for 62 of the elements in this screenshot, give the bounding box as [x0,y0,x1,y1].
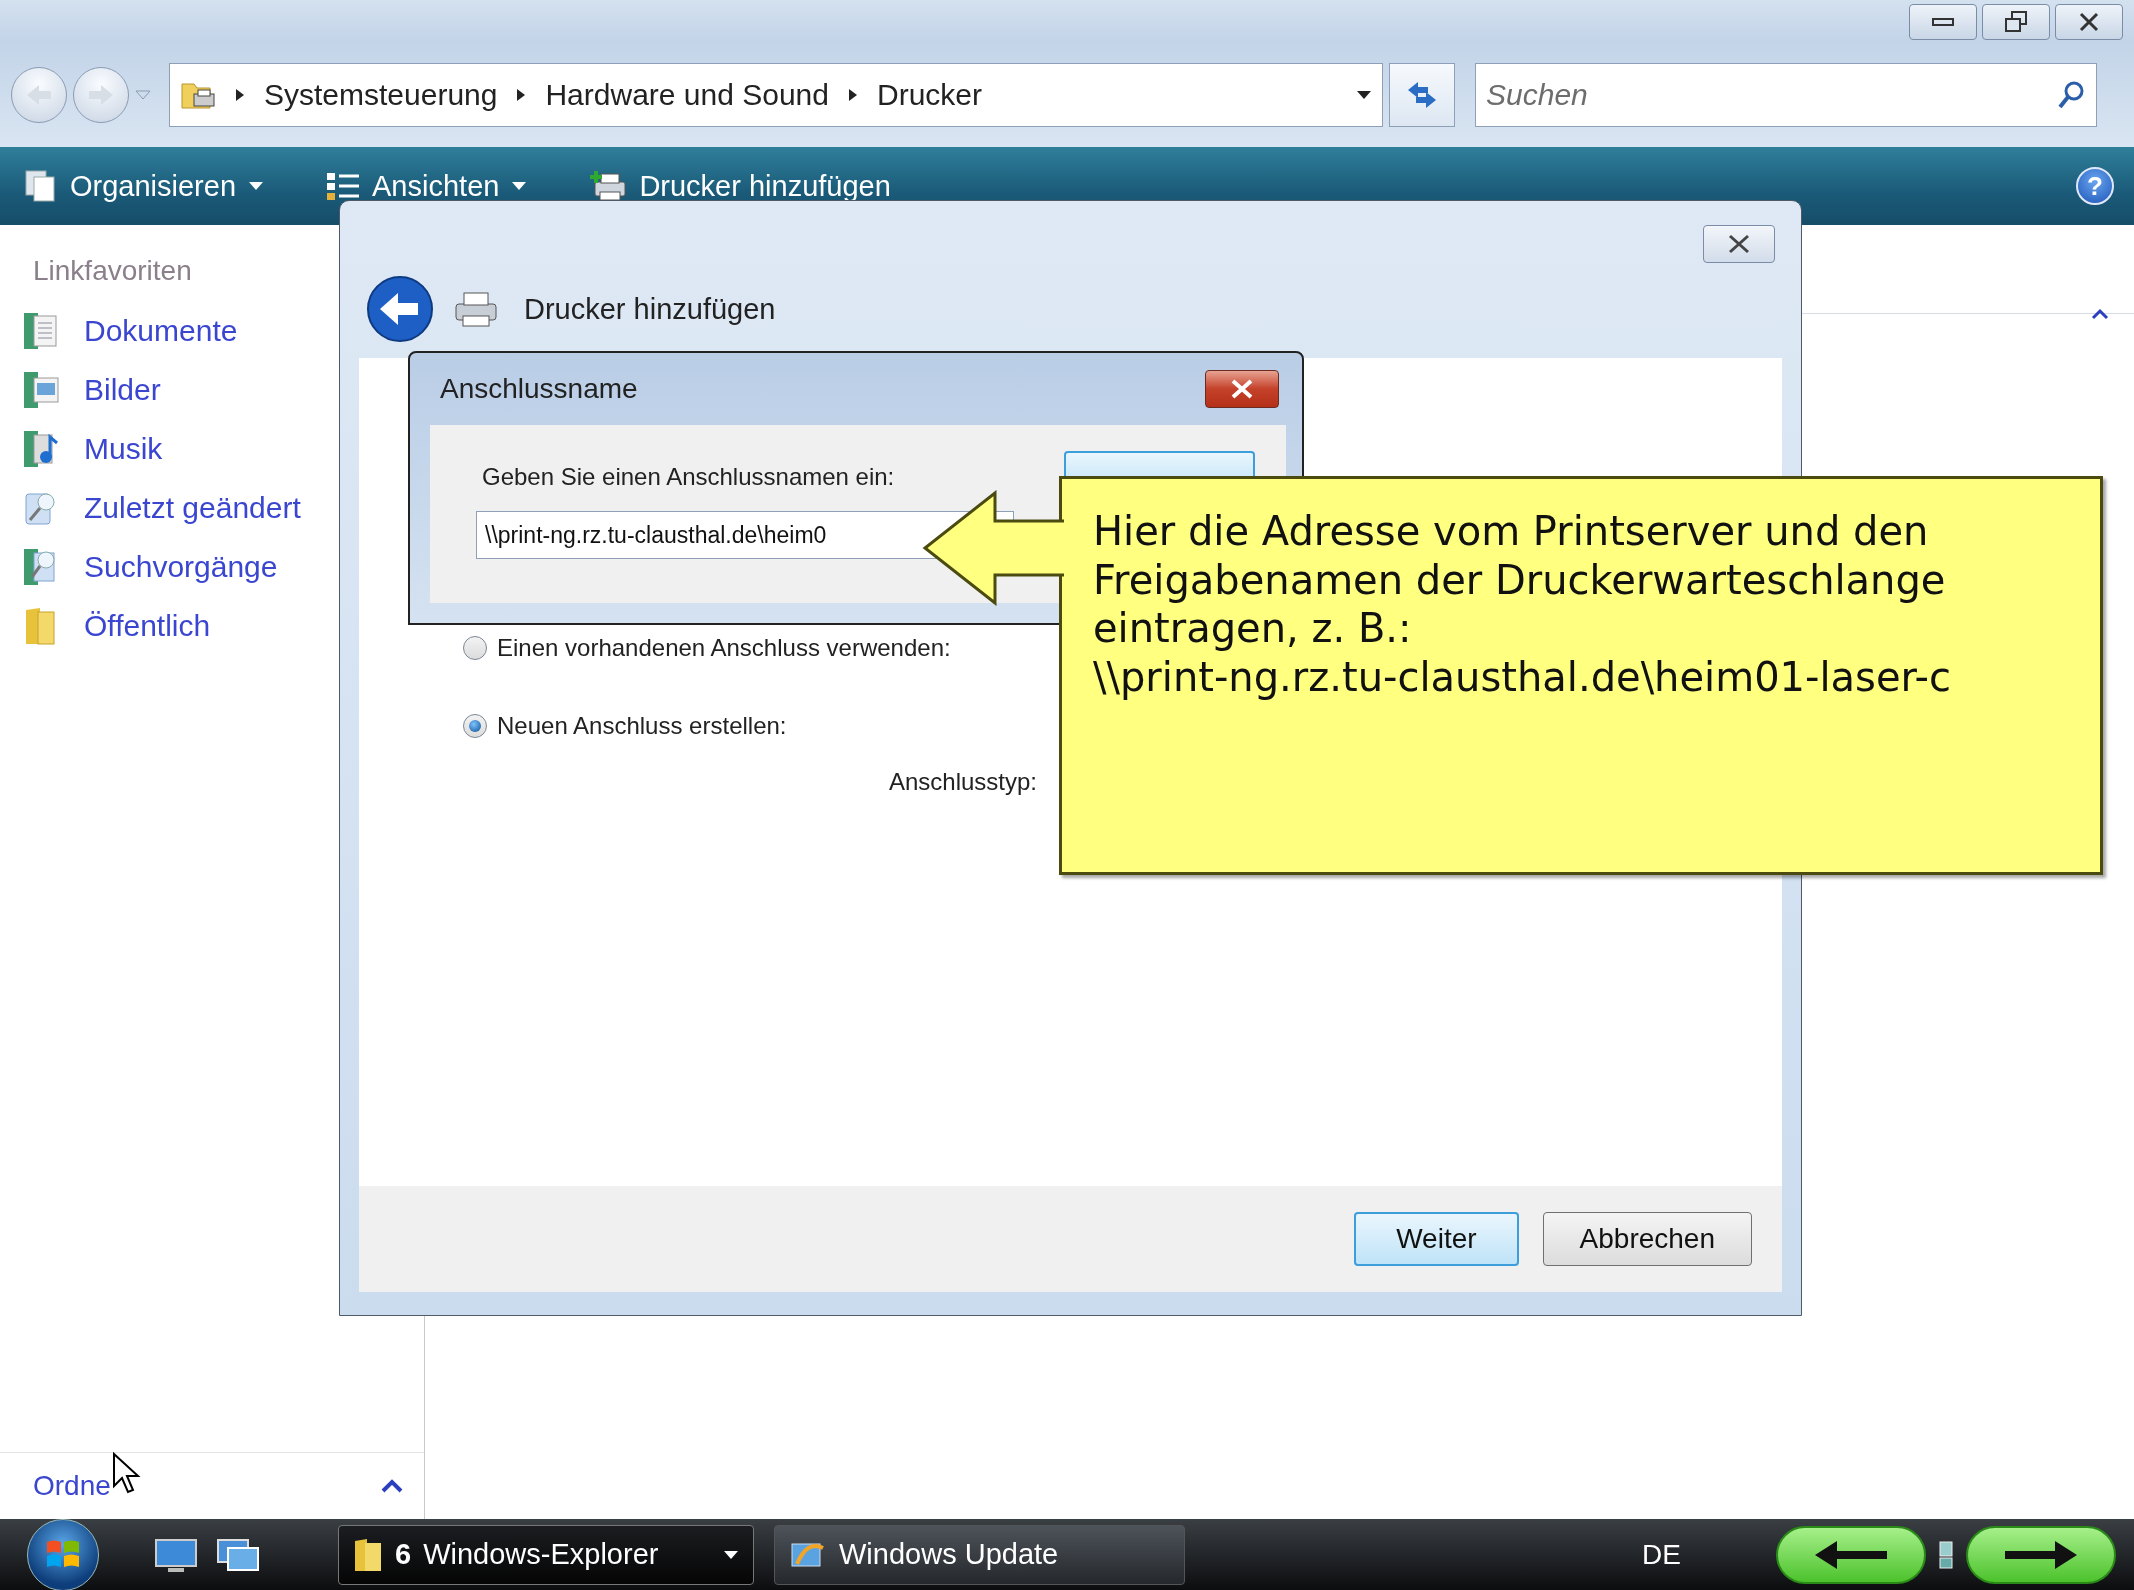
toolbar-menu[interactable]: Ansichten [326,169,528,203]
close-icon [1726,234,1752,254]
toolbar-menu[interactable]: Organisieren [24,169,265,203]
folder-icon [353,1536,383,1573]
radio-option[interactable]: Neuen Anschluss erstellen: [463,706,787,746]
port-type-label: Anschlusstyp: [887,768,1037,796]
sidebar-link[interactable]: Musik [0,419,424,478]
picture-folder-icon [22,369,60,410]
caret-icon [1356,89,1372,100]
pages-icon [24,169,58,203]
radio-option[interactable]: Einen vorhandenen Anschluss verwenden: [463,628,951,668]
prompt-label: Geben Sie einen Anschlussnamen ein: [482,463,895,491]
breadcrumb-item[interactable]: Hardware und Sound [545,77,829,112]
caret-icon [723,1549,739,1560]
chevron-up-icon[interactable] [2090,307,2110,321]
next-button[interactable]: Weiter [1354,1212,1519,1266]
radio-button[interactable] [463,636,487,660]
callout-text: Hier die Adresse vom Printserver und den Freigabenamen der Druckerwarteschlange eintragen, z. B.: \\print-ng.rz.tu-clausthal.de\heim01-laser-c [1093,507,1952,701]
close-icon [2078,12,2100,32]
breadcrumb-item[interactable]: Drucker [877,77,982,112]
sidebar-link[interactable]: Öffentlich [0,596,424,655]
taskbar-button[interactable]: Windows Update [774,1524,1185,1585]
triangle-right-icon[interactable] [847,86,859,103]
dialog-title: Drucker hinzufügen [524,292,776,326]
minimize-button[interactable] [1909,4,1977,40]
triangle-right-icon[interactable] [234,86,246,103]
restore-button[interactable] [1982,4,2050,40]
caret-icon [248,181,265,191]
sidebar-link[interactable]: Bilder [0,360,424,419]
previous-button[interactable] [1776,1525,1926,1584]
mouse-cursor-icon [112,1452,142,1496]
document-folder-icon [22,310,60,351]
close-button[interactable] [1205,370,1279,408]
sidebar-link[interactable]: Suchvorgänge [0,537,424,596]
folders-label[interactable]: Ordne [33,1470,111,1502]
arrow-right-icon [87,82,115,107]
close-icon [1229,379,1255,399]
taskbar-button[interactable]: 6 Windows-Explorer [338,1524,754,1585]
caret-icon [511,181,528,191]
close-button[interactable] [2055,4,2123,40]
chevron-up-icon[interactable] [380,1478,404,1494]
refresh-button[interactable] [1389,62,1455,127]
sidebar-link[interactable]: Dokumente [0,301,424,360]
next-button[interactable] [1966,1525,2116,1584]
restore-icon [2004,11,2028,33]
add-printer-icon [589,170,628,202]
printer-icon [454,290,498,328]
radio-button[interactable] [463,714,487,738]
address-bar[interactable]: Systemsteuerung Hardware und Sound Drucker [169,62,1383,127]
dialog-title: Anschlussname [440,373,638,405]
arrow-left-icon [25,82,53,107]
cancel-button[interactable]: Abbrechen [1542,1212,1752,1266]
sidebar-link[interactable]: Zuletzt geändert [0,478,424,537]
language-indicator[interactable]: DE [1642,1538,1681,1571]
minimize-icon [1932,17,1954,27]
sidebar-heading: Linkfavoriten [32,254,193,288]
close-button[interactable] [1703,225,1775,263]
search-icon [2057,79,2085,110]
search-field[interactable]: Suchen [1475,62,2097,127]
view-list-icon [326,171,361,201]
music-folder-icon [22,428,60,469]
breadcrumb-item[interactable]: Systemsteuerung [264,77,498,112]
